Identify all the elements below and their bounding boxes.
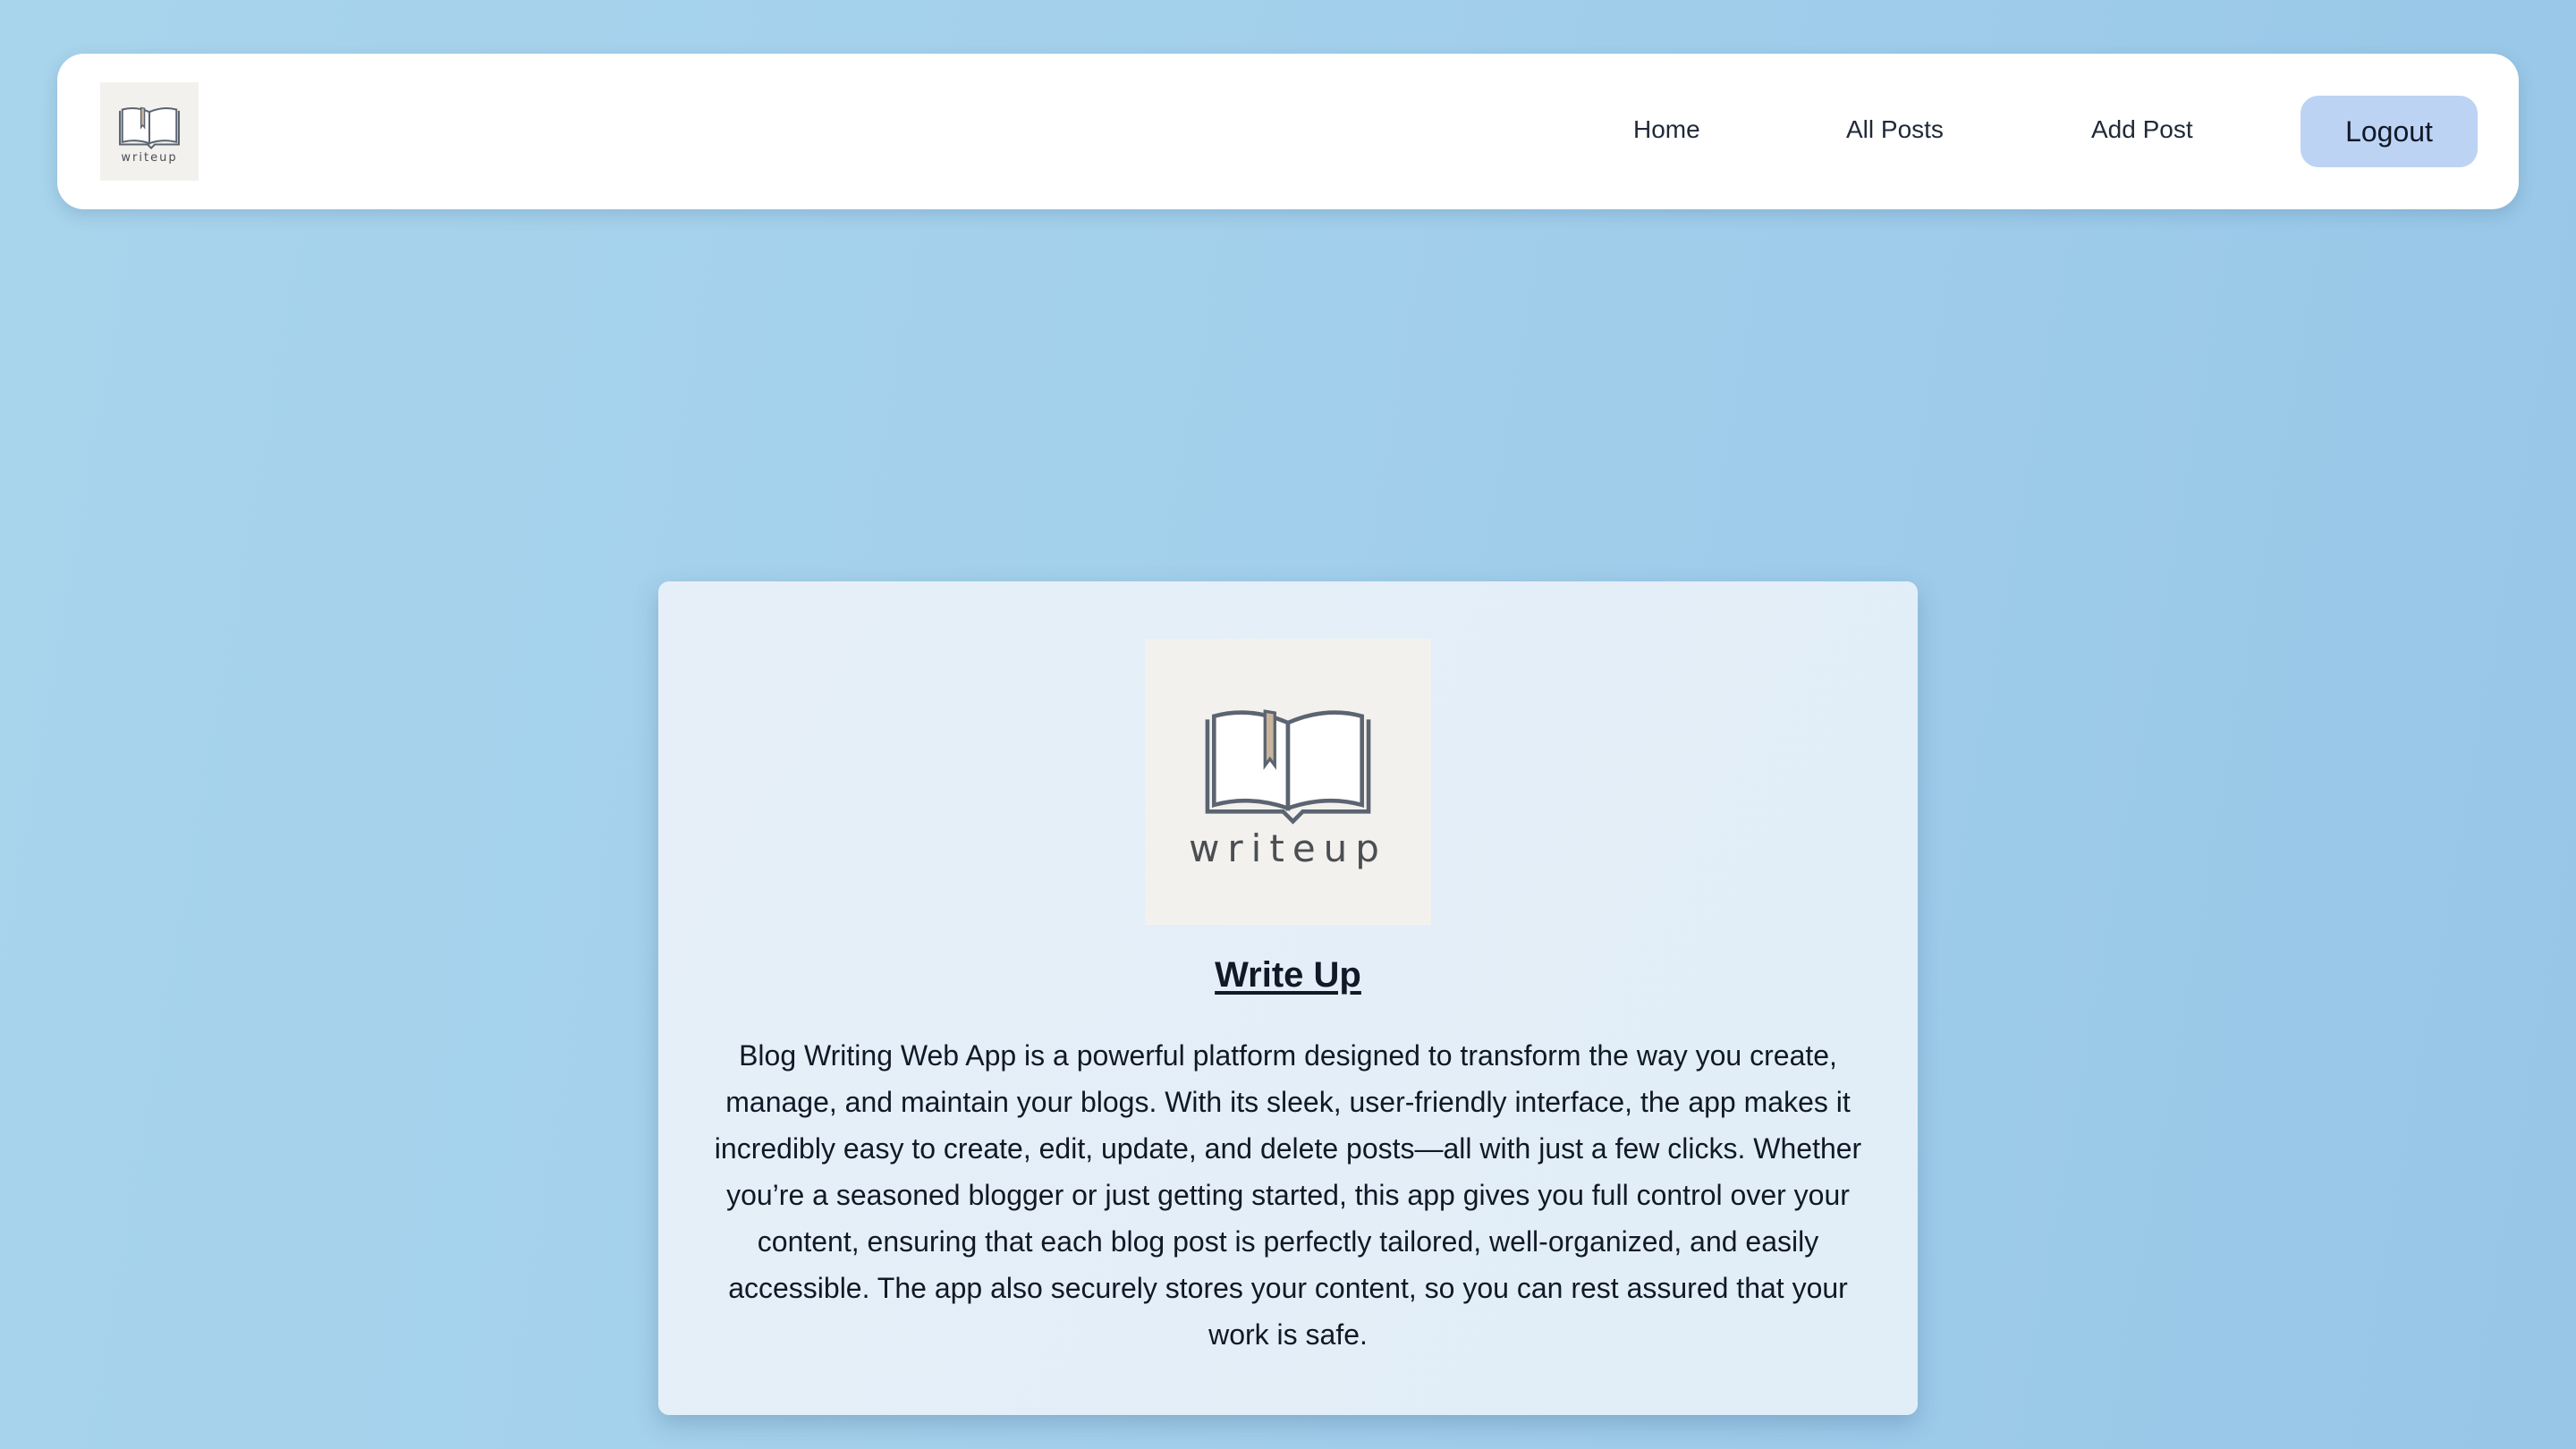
card-description: Blog Writing Web App is a powerful platf…: [714, 1039, 1862, 1351]
about-card: writeup Write Up Blog Writing Web App is…: [658, 581, 1918, 1415]
open-book-icon: [1205, 708, 1371, 825]
card-title: Write Up: [1215, 955, 1361, 995]
card-logo-text: writeup: [1189, 826, 1387, 870]
logout-button[interactable]: Logout: [2301, 96, 2478, 167]
nav-link-all-posts[interactable]: All Posts: [1846, 114, 1944, 145]
navbar: writeup Home All Posts Add Post Logout: [57, 54, 2519, 209]
nav-link-add-post[interactable]: Add Post: [2091, 114, 2193, 145]
card-logo: writeup: [1145, 639, 1431, 925]
nav-links: Home All Posts Add Post: [57, 54, 2519, 209]
nav-link-home[interactable]: Home: [1633, 114, 1700, 145]
